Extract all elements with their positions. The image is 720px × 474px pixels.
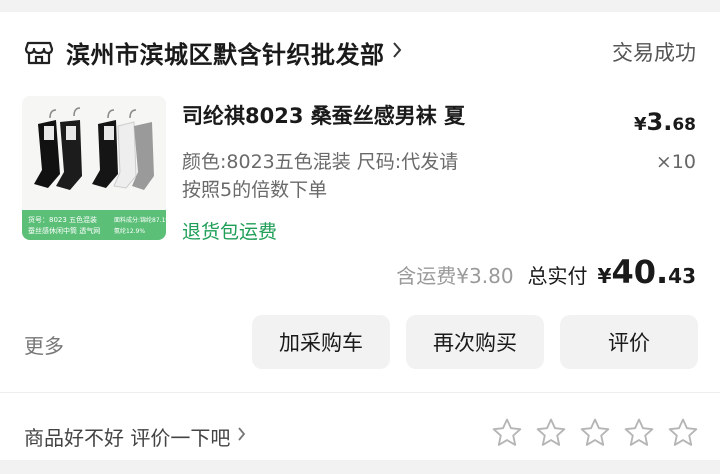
product-sku: 颜色:8023五色混装 尺码:代发请 按照5的倍数下单 bbox=[182, 148, 542, 204]
product-title[interactable]: 司纶祺8023 桑蚕丝感男袜 夏 bbox=[182, 100, 562, 130]
star-icon[interactable] bbox=[534, 416, 568, 450]
review-button[interactable]: 评价 bbox=[560, 315, 698, 369]
paid-symbol: ¥ bbox=[597, 264, 612, 288]
star-icon[interactable] bbox=[578, 416, 612, 450]
thumb-caption-1: 货号：8023 五色混装 bbox=[28, 215, 97, 224]
star-icon[interactable] bbox=[622, 416, 656, 450]
shipping-value: ¥3.80 bbox=[456, 264, 514, 288]
thumb-caption-4: 氨纶12.9% bbox=[114, 227, 145, 235]
unit-price: ¥3.68 bbox=[634, 108, 696, 136]
free-return-badge: 退货包运费 bbox=[182, 221, 278, 243]
paid-decimal: 43 bbox=[668, 264, 696, 288]
shop-name[interactable]: 滨州市滨城区默含针织批发部 bbox=[66, 35, 385, 70]
price-decimal: 68 bbox=[672, 115, 696, 135]
order-status: 交易成功 bbox=[612, 41, 696, 65]
shop-header[interactable]: 滨州市滨城区默含针织批发部 交易成功 bbox=[24, 34, 696, 70]
price-symbol: ¥ bbox=[633, 114, 647, 135]
paid-integer: 40. bbox=[611, 253, 669, 291]
rate-prompt-row[interactable]: 商品好不好 评价一下吧 bbox=[24, 414, 248, 458]
store-icon bbox=[24, 37, 54, 67]
sku-line-2: 按照5的倍数下单 bbox=[182, 179, 328, 201]
quantity: ×10 bbox=[655, 151, 696, 173]
paid-label: 总实付 bbox=[527, 264, 588, 288]
sku-line-1: 颜色:8023五色混装 尺码:代发请 bbox=[182, 151, 459, 173]
star-icon[interactable] bbox=[490, 416, 524, 450]
product-thumbnail[interactable]: 货号：8023 五色混装 蚕丝感休闲中筒 透气网 面料成分:锦纶87.1% 氨纶… bbox=[22, 96, 166, 240]
order-card: 滨州市滨城区默含针织批发部 交易成功 货号：8023 五色混装 蚕丝感休闲中筒 … bbox=[0, 12, 720, 460]
chevron-right-icon bbox=[391, 40, 403, 64]
chevron-right-icon bbox=[236, 424, 248, 448]
shipping-label: 含运费 bbox=[396, 264, 457, 288]
star-rating[interactable] bbox=[480, 416, 700, 450]
divider bbox=[0, 392, 720, 393]
rate-prompt[interactable]: 商品好不好 评价一下吧 bbox=[24, 422, 230, 451]
thumb-caption-2: 蚕丝感休闲中筒 透气网 bbox=[28, 226, 100, 235]
more-button[interactable]: 更多 bbox=[24, 330, 64, 359]
add-to-cart-button[interactable]: 加采购车 bbox=[252, 315, 390, 369]
thumb-caption-3: 面料成分:锦纶87.1% bbox=[114, 216, 166, 224]
buy-again-button[interactable]: 再次购买 bbox=[406, 315, 544, 369]
order-totals: 含运费 ¥3.80 总实付 ¥40. 43 bbox=[396, 253, 696, 293]
price-integer: 3. bbox=[646, 108, 673, 136]
star-icon[interactable] bbox=[666, 416, 700, 450]
